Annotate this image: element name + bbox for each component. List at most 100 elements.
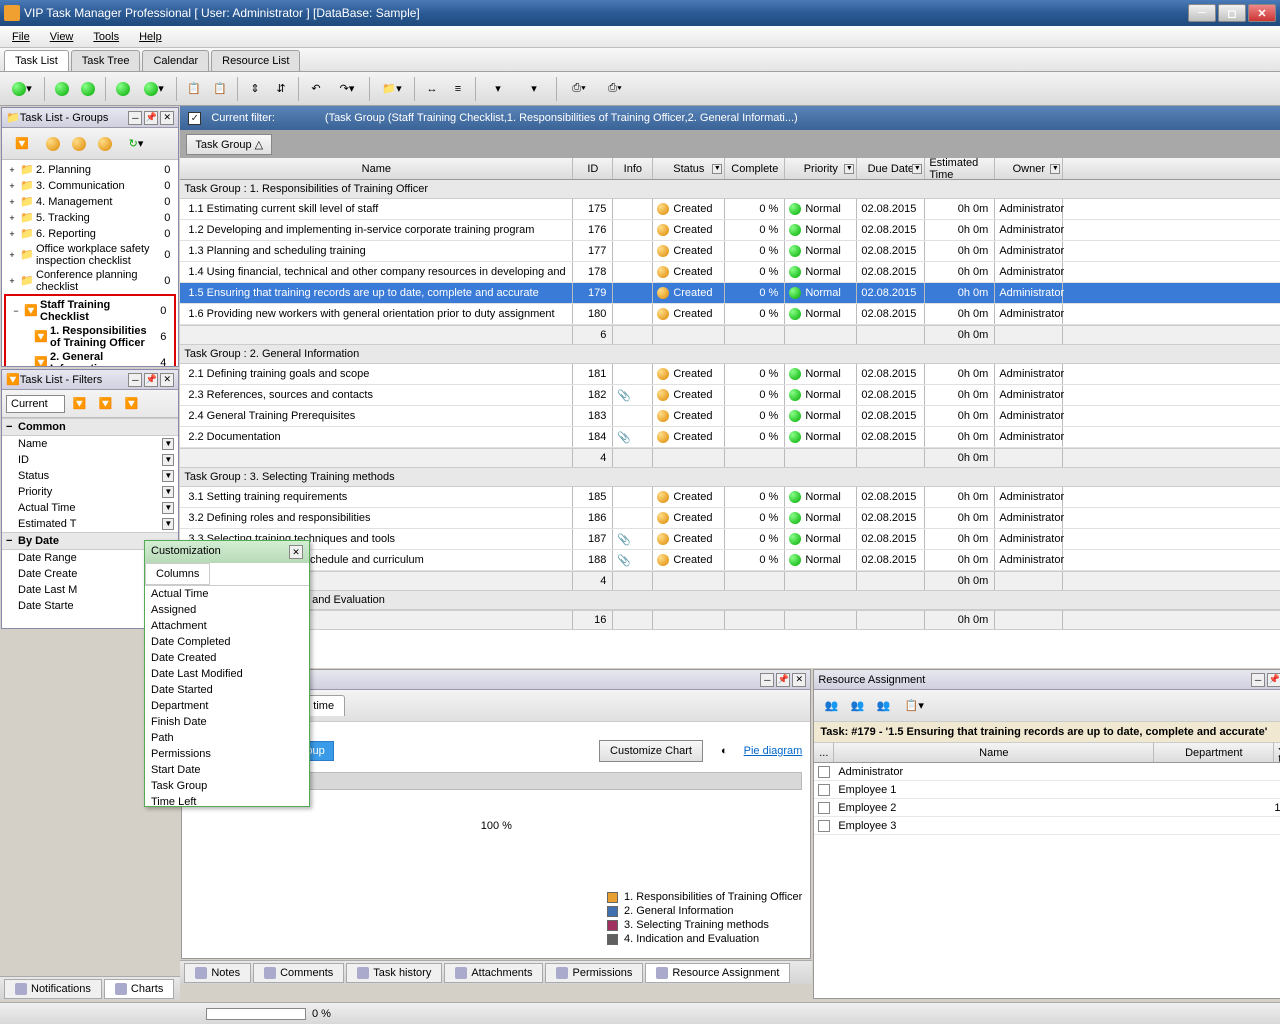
tool-btn[interactable]: 📋	[183, 78, 205, 100]
btab-resource[interactable]: Resource Assignment	[645, 963, 790, 983]
btab-charts[interactable]: Charts	[104, 979, 174, 999]
col-check[interactable]: ...	[814, 743, 834, 762]
panel-close-icon[interactable]: ✕	[160, 111, 174, 125]
panel-close-icon[interactable]: ✕	[792, 673, 806, 687]
task-row[interactable]: 3.1 Setting training requirements 185 Cr…	[180, 487, 1280, 508]
col-res-job[interactable]: Job title	[1274, 743, 1280, 762]
chevron-down-icon[interactable]: ▼	[844, 164, 854, 174]
minimize-button[interactable]: ─	[1188, 4, 1216, 22]
btab-notifications[interactable]: Notifications	[4, 979, 102, 999]
tool-btn[interactable]	[51, 78, 73, 100]
col-name[interactable]: Name	[180, 158, 573, 179]
col-priority[interactable]: Priority▼	[785, 158, 857, 179]
res-btn[interactable]: 👥	[846, 695, 868, 717]
grid-group-header[interactable]: Task Group : 2. General Information	[180, 345, 1280, 364]
group-item[interactable]: +📁4. Management0	[4, 194, 176, 210]
chevron-down-icon[interactable]: ▼	[912, 164, 922, 174]
column-option[interactable]: Attachment	[145, 618, 309, 634]
col-res-name[interactable]: Name	[834, 743, 1154, 762]
column-option[interactable]: Date Last Modified	[145, 666, 309, 682]
filter-section[interactable]: −Common	[2, 418, 178, 436]
checkbox[interactable]	[818, 820, 830, 832]
group-item[interactable]: −🔽Staff Training Checklist0	[8, 298, 172, 324]
column-option[interactable]: Date Created	[145, 650, 309, 666]
panel-minimize-icon[interactable]: ─	[760, 673, 774, 687]
customize-chart-button[interactable]: Customize Chart	[599, 740, 703, 762]
task-row[interactable]: 3.4 Drawing up training schedule and cur…	[180, 550, 1280, 571]
panel-close-icon[interactable]: ✕	[160, 373, 174, 387]
tool-expand[interactable]: ⇕	[244, 78, 266, 100]
col-due-date[interactable]: Due Date▼	[857, 158, 925, 179]
filter-field[interactable]: Estimated T▼	[2, 516, 178, 532]
res-btn[interactable]: 👥	[820, 695, 842, 717]
res-btn[interactable]: 👥	[872, 695, 894, 717]
panel-pin-icon[interactable]: 📌	[144, 111, 158, 125]
task-row[interactable]: 1.5 Ensuring that training records are u…	[180, 283, 1280, 304]
btab-comments[interactable]: Comments	[253, 963, 344, 983]
tool-btn[interactable]: 📋	[209, 78, 231, 100]
tool-export[interactable]: ⎙▾	[563, 78, 595, 100]
tab-calendar[interactable]: Calendar	[142, 50, 209, 71]
resource-row[interactable]: Administrator	[814, 763, 1280, 781]
tool-btn[interactable]	[68, 133, 90, 155]
tool-btn[interactable]: ↔	[421, 78, 443, 100]
tool-collapse[interactable]: ⇵	[270, 78, 292, 100]
tab-resource-list[interactable]: Resource List	[211, 50, 300, 71]
tool-undo[interactable]: ↶	[305, 78, 327, 100]
grid-group-header[interactable]: Task Group : 3. Selecting Training metho…	[180, 468, 1280, 487]
pie-diagram-link[interactable]: Pie diagram	[744, 745, 803, 757]
tool-btn[interactable]: ▾	[6, 78, 38, 100]
task-row[interactable]: 2.3 References, sources and contacts 182…	[180, 385, 1280, 406]
tool-btn[interactable]	[42, 133, 64, 155]
panel-minimize-icon[interactable]: ─	[128, 111, 142, 125]
resource-row[interactable]: Employee 3	[814, 817, 1280, 835]
panel-minimize-icon[interactable]: ─	[128, 373, 142, 387]
panel-pin-icon[interactable]: 📌	[776, 673, 790, 687]
col-info[interactable]: Info	[613, 158, 653, 179]
panel-pin-icon[interactable]: 📌	[1267, 673, 1280, 687]
tool-btn[interactable]	[77, 78, 99, 100]
column-option[interactable]: Path	[145, 730, 309, 746]
menu-tools[interactable]: Tools	[85, 29, 127, 45]
task-row[interactable]: 3.3 Selecting training techniques and to…	[180, 529, 1280, 550]
task-row[interactable]: 1.4 Using financial, technical and other…	[180, 262, 1280, 283]
grid-group-header[interactable]: Task Group : 4. Indication and Evaluatio…	[180, 591, 1280, 610]
tool-btn[interactable]: 📁▾	[376, 78, 408, 100]
panel-pin-icon[interactable]: 📌	[144, 373, 158, 387]
checkbox[interactable]	[818, 802, 830, 814]
res-btn[interactable]: 📋▾	[898, 695, 930, 717]
column-option[interactable]: Task Group	[145, 778, 309, 794]
column-option[interactable]: Date Started	[145, 682, 309, 698]
tab-task-tree[interactable]: Task Tree	[71, 50, 141, 71]
column-option[interactable]: Time Left	[145, 794, 309, 806]
group-item[interactable]: +📁2. Planning0	[4, 162, 176, 178]
group-item[interactable]: +📁3. Communication0	[4, 178, 176, 194]
filter-field[interactable]: Name▼	[2, 436, 178, 452]
filter-field[interactable]: ID▼	[2, 452, 178, 468]
checkbox[interactable]	[818, 784, 830, 796]
btab-notes[interactable]: Notes	[184, 963, 251, 983]
col-owner[interactable]: Owner▼	[995, 158, 1063, 179]
group-item[interactable]: +📁5. Tracking0	[4, 210, 176, 226]
chevron-down-icon[interactable]: ▼	[712, 164, 722, 174]
resource-row[interactable]: Employee 21	[814, 799, 1280, 817]
tool-btn[interactable]	[112, 78, 134, 100]
btab-permissions[interactable]: Permissions	[545, 963, 643, 983]
task-row[interactable]: 1.3 Planning and scheduling training 177…	[180, 241, 1280, 262]
task-row[interactable]: 1.1 Estimating current skill level of st…	[180, 199, 1280, 220]
tool-btn[interactable]	[94, 133, 116, 155]
chevron-down-icon[interactable]: ▼	[1050, 164, 1060, 174]
close-button[interactable]: ✕	[1248, 4, 1276, 22]
btab-attachments[interactable]: Attachments	[444, 963, 543, 983]
col-status[interactable]: Status▼	[653, 158, 725, 179]
column-option[interactable]: Start Date	[145, 762, 309, 778]
group-by-bar[interactable]: Task Group △	[180, 130, 1280, 158]
resource-row[interactable]: Employee 1	[814, 781, 1280, 799]
group-item[interactable]: 🔽2. General Information4	[8, 350, 172, 366]
task-grid[interactable]: Task Group : 1. Responsibilities of Trai…	[180, 180, 1280, 668]
task-row[interactable]: 1.6 Providing new workers with general o…	[180, 304, 1280, 325]
column-option[interactable]: Finish Date	[145, 714, 309, 730]
col-complete[interactable]: Complete	[725, 158, 785, 179]
tool-btn[interactable]: ▾	[138, 78, 170, 100]
popup-tab-columns[interactable]: Columns	[145, 563, 210, 585]
